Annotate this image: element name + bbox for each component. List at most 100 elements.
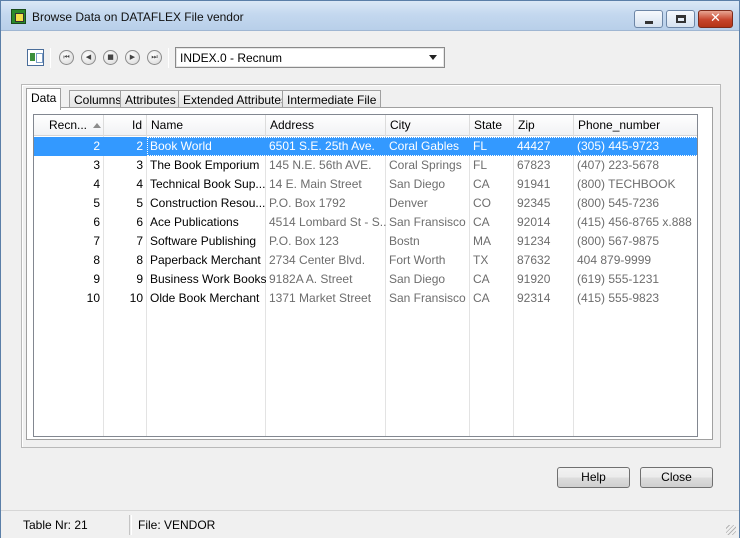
index-select[interactable]: INDEX.0 - Recnum (175, 47, 445, 68)
cell-city[interactable]: Coral Springs (386, 156, 470, 175)
column-header-recnum[interactable]: Recn... (34, 115, 104, 136)
cell-address[interactable]: P.O. Box 1792 (266, 194, 386, 213)
column-header-phone-number[interactable]: Phone_number (574, 115, 697, 136)
cell-city[interactable]: Fort Worth (386, 251, 470, 270)
cell-address[interactable]: 9182A A. Street (266, 270, 386, 289)
cell-name[interactable]: The Book Emporium (147, 156, 266, 175)
table-row[interactable]: 2 2 Book World 6501 S.E. 25th Ave. Coral Gab… (34, 137, 697, 156)
cell-state[interactable]: FL (470, 156, 514, 175)
cell-name[interactable]: Technical Book Sup... (147, 175, 266, 194)
cell-recnum[interactable]: 8 (34, 251, 104, 270)
cell-state[interactable]: CA (470, 175, 514, 194)
table-row[interactable]: 8 8 Paperback Merchant 2734 Center Blvd. For… (34, 251, 697, 270)
column-header-id[interactable]: Id (104, 115, 147, 136)
column-header-city[interactable]: City (386, 115, 470, 136)
cell-zip[interactable]: 91234 (514, 232, 574, 251)
cell-phone-number[interactable]: (415) 456-8765 x.888 (574, 213, 697, 232)
previous-record-button[interactable]: ◀ (81, 50, 96, 65)
tab-data[interactable]: Data (26, 88, 62, 110)
cell-phone-number[interactable]: (800) 567-9875 (574, 232, 697, 251)
next-record-button[interactable]: ▶ (125, 50, 140, 65)
cell-state[interactable]: CA (470, 270, 514, 289)
cell-recnum[interactable]: 7 (34, 232, 104, 251)
current-record-button[interactable]: ■ (103, 50, 118, 65)
cell-id[interactable]: 5 (104, 194, 147, 213)
cell-id[interactable]: 8 (104, 251, 147, 270)
column-header-zip[interactable]: Zip (514, 115, 574, 136)
table-row[interactable]: 4 4 Technical Book Sup... 14 E. Main Street… (34, 175, 697, 194)
cell-recnum[interactable]: 5 (34, 194, 104, 213)
cell-zip[interactable]: 91920 (514, 270, 574, 289)
cell-city[interactable]: San Diego (386, 175, 470, 194)
cell-phone-number[interactable]: (619) 555-1231 (574, 270, 697, 289)
cell-address[interactable]: 4514 Lombard St - S... (266, 213, 386, 232)
data-grid[interactable]: Recn... Id Name Address City State Zip Phone_nu… (33, 114, 698, 437)
cell-city[interactable]: San Fransisco (386, 289, 470, 308)
cell-recnum[interactable]: 10 (34, 289, 104, 308)
cell-city[interactable]: Bostn (386, 232, 470, 251)
cell-state[interactable]: TX (470, 251, 514, 270)
cell-zip[interactable]: 87632 (514, 251, 574, 270)
cell-address[interactable]: 1371 Market Street (266, 289, 386, 308)
cell-phone-number[interactable]: (415) 555-9823 (574, 289, 697, 308)
table-row[interactable]: 5 5 Construction Resou... P.O. Box 1792 Denv… (34, 194, 697, 213)
first-record-button[interactable]: ⏮ (59, 50, 74, 65)
cell-address[interactable]: P.O. Box 123 (266, 232, 386, 251)
cell-state[interactable]: CA (470, 213, 514, 232)
grid-view-icon[interactable] (27, 49, 44, 66)
cell-name[interactable]: Business Work Books (147, 270, 266, 289)
cell-city[interactable]: San Diego (386, 270, 470, 289)
column-header-state[interactable]: State (470, 115, 514, 136)
cell-city[interactable]: San Fransisco (386, 213, 470, 232)
cell-id[interactable]: 3 (104, 156, 147, 175)
cell-recnum[interactable]: 2 (34, 137, 104, 156)
table-row[interactable]: 9 9 Business Work Books 9182A A. Street San … (34, 270, 697, 289)
cell-id[interactable]: 9 (104, 270, 147, 289)
cell-phone-number[interactable]: (407) 223-5678 (574, 156, 697, 175)
cell-address[interactable]: 14 E. Main Street (266, 175, 386, 194)
cell-phone-number[interactable]: (800) TECHBOOK (574, 175, 697, 194)
last-record-button[interactable]: ⏭ (147, 50, 162, 65)
table-row[interactable]: 3 3 The Book Emporium 145 N.E. 56th AVE. Cor… (34, 156, 697, 175)
minimize-button[interactable] (634, 10, 663, 28)
cell-zip[interactable]: 92314 (514, 289, 574, 308)
cell-id[interactable]: 2 (104, 137, 147, 156)
column-header-name[interactable]: Name (147, 115, 266, 136)
cell-recnum[interactable]: 9 (34, 270, 104, 289)
cell-name[interactable]: Olde Book Merchant (147, 289, 266, 308)
chevron-down-icon[interactable] (425, 49, 442, 66)
cell-city[interactable]: Denver (386, 194, 470, 213)
cell-recnum[interactable]: 6 (34, 213, 104, 232)
cell-zip[interactable]: 92345 (514, 194, 574, 213)
close-button[interactable]: Close (640, 467, 713, 488)
cell-state[interactable]: MA (470, 232, 514, 251)
cell-name[interactable]: Ace Publications (147, 213, 266, 232)
cell-id[interactable]: 10 (104, 289, 147, 308)
cell-id[interactable]: 6 (104, 213, 147, 232)
cell-address[interactable]: 145 N.E. 56th AVE. (266, 156, 386, 175)
cell-recnum[interactable]: 3 (34, 156, 104, 175)
cell-name[interactable]: Software Publishing (147, 232, 266, 251)
cell-name[interactable]: Construction Resou... (147, 194, 266, 213)
cell-state[interactable]: CA (470, 289, 514, 308)
cell-zip[interactable]: 91941 (514, 175, 574, 194)
cell-name[interactable]: Paperback Merchant (147, 251, 266, 270)
table-row[interactable]: 10 10 Olde Book Merchant 1371 Market Street… (34, 289, 697, 308)
cell-recnum[interactable]: 4 (34, 175, 104, 194)
cell-id[interactable]: 7 (104, 232, 147, 251)
maximize-button[interactable] (666, 10, 695, 28)
cell-zip[interactable]: 67823 (514, 156, 574, 175)
cell-phone-number[interactable]: 404 879-9999 (574, 251, 697, 270)
cell-state[interactable]: CO (470, 194, 514, 213)
table-row[interactable]: 6 6 Ace Publications 4514 Lombard St - S...… (34, 213, 697, 232)
cell-phone-number[interactable]: (800) 545-7236 (574, 194, 697, 213)
cell-zip[interactable]: 92014 (514, 213, 574, 232)
table-row[interactable]: 7 7 Software Publishing P.O. Box 123 Bostn MA… (34, 232, 697, 251)
column-header-address[interactable]: Address (266, 115, 386, 136)
cell-address[interactable]: 2734 Center Blvd. (266, 251, 386, 270)
cell-id[interactable]: 4 (104, 175, 147, 194)
close-window-button[interactable]: ✕ (698, 10, 733, 28)
help-button[interactable]: Help (557, 467, 630, 488)
title-bar[interactable]: Browse Data on DATAFLEX File vendor ✕ (1, 1, 739, 31)
resize-grip[interactable] (726, 525, 736, 535)
